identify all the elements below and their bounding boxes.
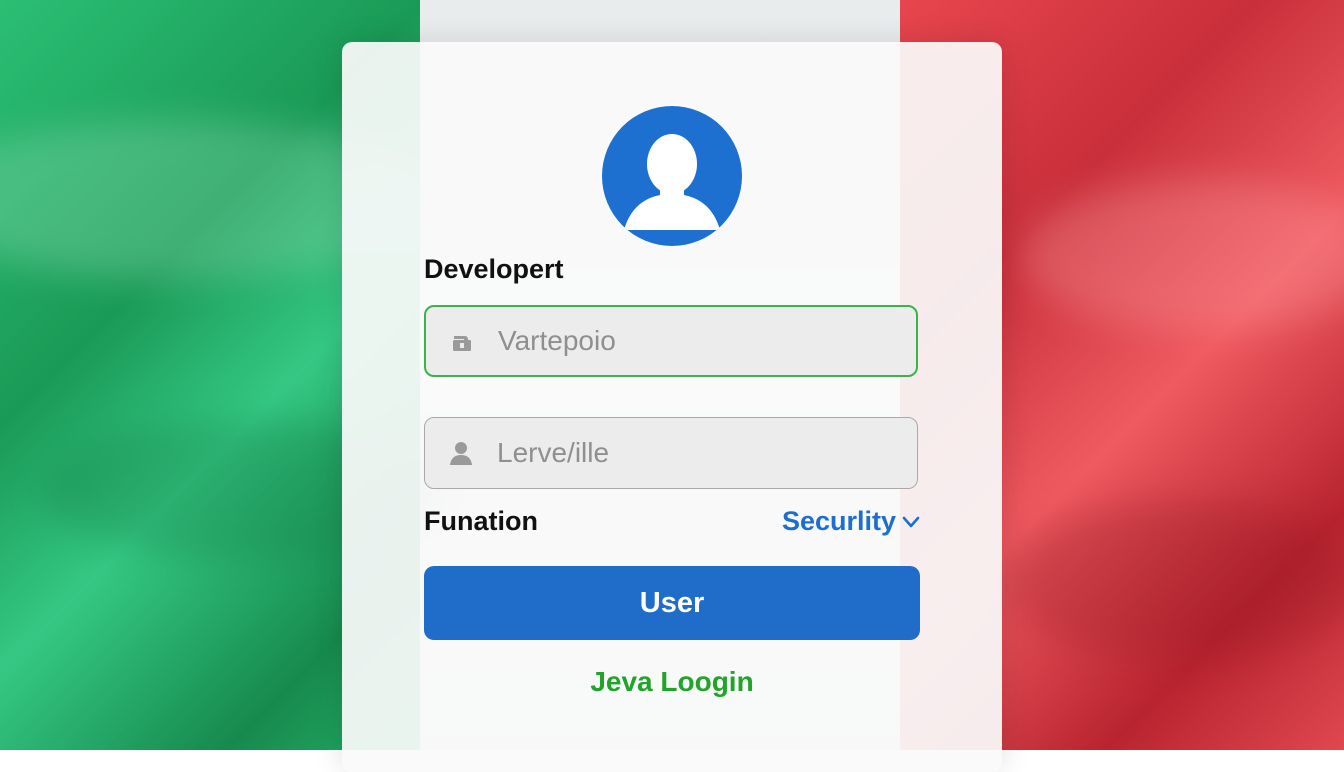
username-input[interactable] [497,437,897,469]
password-input[interactable] [498,325,898,357]
user-icon [447,439,475,467]
java-login-link[interactable]: Jeva Loogin [342,666,1002,698]
password-field[interactable] [424,305,918,377]
function-label: Funation [424,506,538,536]
username-field[interactable] [424,417,918,489]
user-avatar-icon [602,106,742,246]
login-card: Developert Funation Securlity [342,42,1002,772]
lock-icon [448,327,476,355]
security-label: Securlity [781,506,896,536]
form-heading: Developert [424,254,564,284]
options-row: Funation Securlity [424,504,920,540]
flag-fold-shadow [1000,500,1344,660]
user-submit-button[interactable]: User [424,566,920,640]
chevron-down-icon [902,515,920,529]
security-dropdown[interactable]: Securlity [782,506,920,537]
